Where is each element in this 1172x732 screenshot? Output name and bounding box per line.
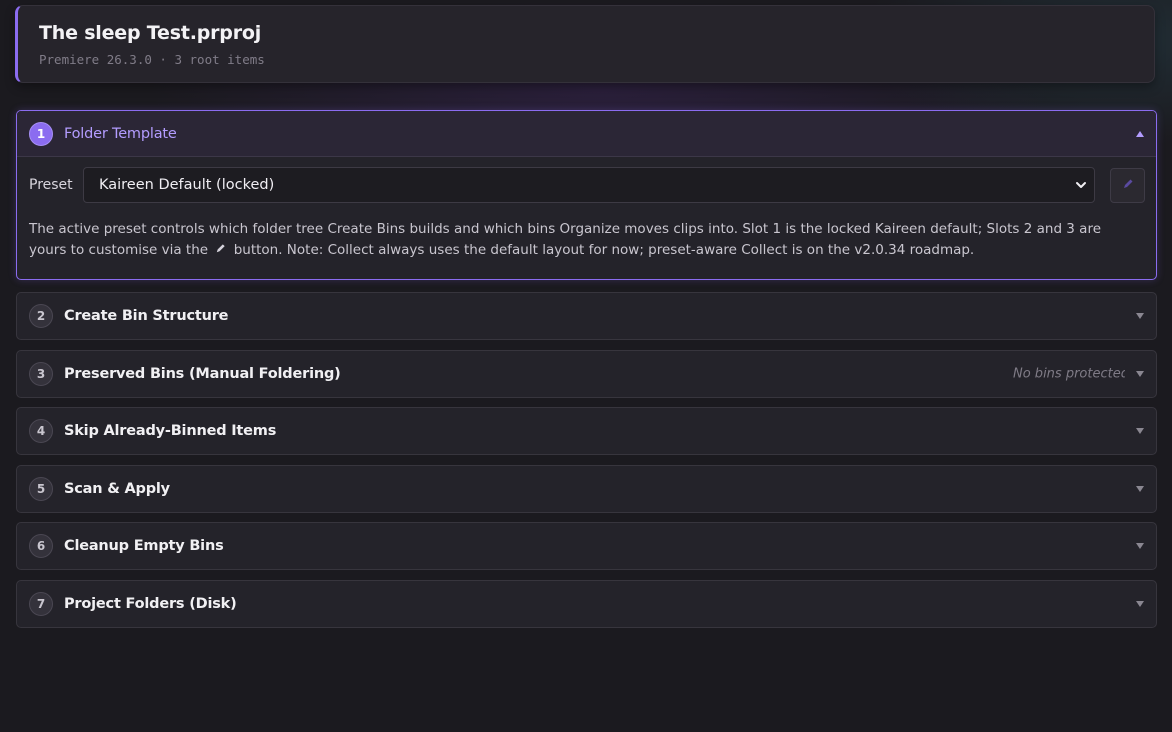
section-header-cleanup-empty-bins[interactable]: 6 Cleanup Empty Bins [17, 523, 1156, 569]
step-badge: 6 [29, 534, 53, 558]
section-title: Cleanup Empty Bins [64, 538, 224, 554]
section-project-folders-disk: 7 Project Folders (Disk) [16, 580, 1157, 628]
chevron-down-icon[interactable] [1134, 540, 1146, 552]
section-header-scan-apply[interactable]: 5 Scan & Apply [17, 466, 1156, 512]
pencil-icon [1121, 176, 1135, 195]
section-scan-apply: 5 Scan & Apply [16, 465, 1157, 513]
chevron-down-icon[interactable] [1134, 425, 1146, 437]
section-preserved-bins: 3 Preserved Bins (Manual Foldering) No b… [16, 350, 1157, 398]
preset-selected-value: Kaireen Default (locked) [99, 177, 275, 193]
section-header-preserved-bins[interactable]: 3 Preserved Bins (Manual Foldering) No b… [17, 351, 1156, 397]
folder-template-description: The active preset controls which folder … [29, 219, 1129, 262]
step-badge: 7 [29, 592, 53, 616]
chevron-down-icon[interactable] [1134, 483, 1146, 495]
section-skip-already-binned: 4 Skip Already-Binned Items [16, 407, 1157, 455]
step-badge: 2 [29, 304, 53, 328]
chevron-up-icon[interactable] [1134, 128, 1146, 140]
chevron-down-icon [1074, 178, 1088, 192]
section-title: Scan & Apply [64, 481, 170, 497]
section-folder-template: 1 Folder Template Preset Kaireen Default… [16, 110, 1157, 280]
preset-label: Preset [29, 177, 73, 193]
section-body-folder-template: Preset Kaireen Default (locked) The acti… [17, 157, 1156, 279]
section-header-skip-already-binned[interactable]: 4 Skip Already-Binned Items [17, 408, 1156, 454]
project-header: The sleep Test.prproj Premiere 26.3.0 · … [15, 5, 1155, 83]
description-text-2: button. Note: Collect always uses the de… [233, 242, 975, 258]
section-title: Preserved Bins (Manual Foldering) [64, 366, 341, 382]
project-subtitle: Premiere 26.3.0 · 3 root items [39, 52, 265, 67]
section-header-folder-template[interactable]: 1 Folder Template [17, 111, 1156, 157]
project-title: The sleep Test.prproj [39, 22, 262, 44]
section-title: Project Folders (Disk) [64, 596, 237, 612]
section-header-create-bin-structure[interactable]: 2 Create Bin Structure [17, 293, 1156, 339]
chevron-down-icon[interactable] [1134, 598, 1146, 610]
preset-row: Preset Kaireen Default (locked) [29, 167, 1145, 203]
section-title: Folder Template [64, 125, 177, 142]
edit-preset-button[interactable] [1110, 167, 1145, 203]
chevron-down-icon[interactable] [1134, 368, 1146, 380]
step-badge: 4 [29, 419, 53, 443]
section-title: Create Bin Structure [64, 308, 229, 324]
chevron-down-icon[interactable] [1134, 310, 1146, 322]
section-create-bin-structure: 2 Create Bin Structure [16, 292, 1157, 340]
step-badge: 1 [29, 121, 53, 146]
preserved-bins-status: No bins protected [1013, 366, 1125, 382]
step-badge: 5 [29, 477, 53, 501]
pencil-icon [214, 241, 227, 262]
section-title: Skip Already-Binned Items [64, 423, 277, 439]
step-badge: 3 [29, 362, 53, 386]
section-header-project-folders-disk[interactable]: 7 Project Folders (Disk) [17, 581, 1156, 627]
preset-select[interactable]: Kaireen Default (locked) [83, 167, 1096, 203]
section-cleanup-empty-bins: 6 Cleanup Empty Bins [16, 522, 1157, 570]
